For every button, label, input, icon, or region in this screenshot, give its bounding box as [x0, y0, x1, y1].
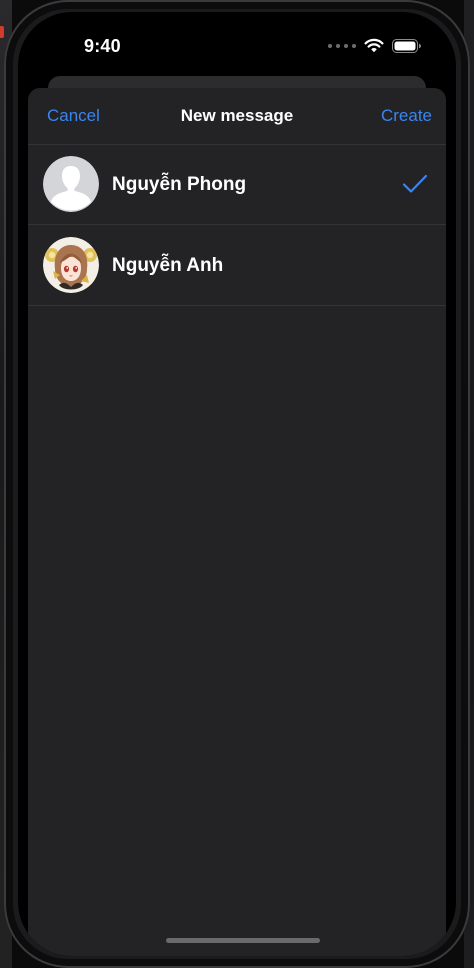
wifi-icon [364, 38, 384, 53]
status-time: 9:40 [84, 36, 121, 56]
create-button[interactable]: Create [381, 106, 432, 126]
anime-character-avatar-icon [43, 237, 99, 293]
contact-row-nguyen-anh[interactable]: Nguyễn Anh [28, 225, 446, 306]
app-stage: 9:40 Cancel New message Create Nguyễn Ph… [0, 0, 474, 968]
phone-frame: 9:40 Cancel New message Create Nguyễn Ph… [4, 0, 470, 968]
home-indicator[interactable] [166, 938, 320, 943]
phone-screen: 9:40 Cancel New message Create Nguyễn Ph… [18, 12, 456, 956]
contact-row-nguyen-phong[interactable]: Nguyễn Phong [28, 144, 446, 225]
contact-name: Nguyễn Phong [112, 174, 247, 195]
background-close-dot [0, 26, 4, 38]
status-bar: 9:40 [18, 12, 456, 76]
status-icons [328, 38, 422, 53]
signal-dots-icon [328, 43, 356, 48]
navigation-bar: Cancel New message Create [28, 88, 446, 145]
checkmark-icon [402, 174, 428, 193]
battery-icon [392, 38, 421, 53]
default-person-avatar-icon [43, 156, 99, 212]
contact-name: Nguyễn Anh [112, 255, 224, 276]
new-message-sheet: Cancel New message Create Nguyễn Phong N… [28, 88, 446, 956]
